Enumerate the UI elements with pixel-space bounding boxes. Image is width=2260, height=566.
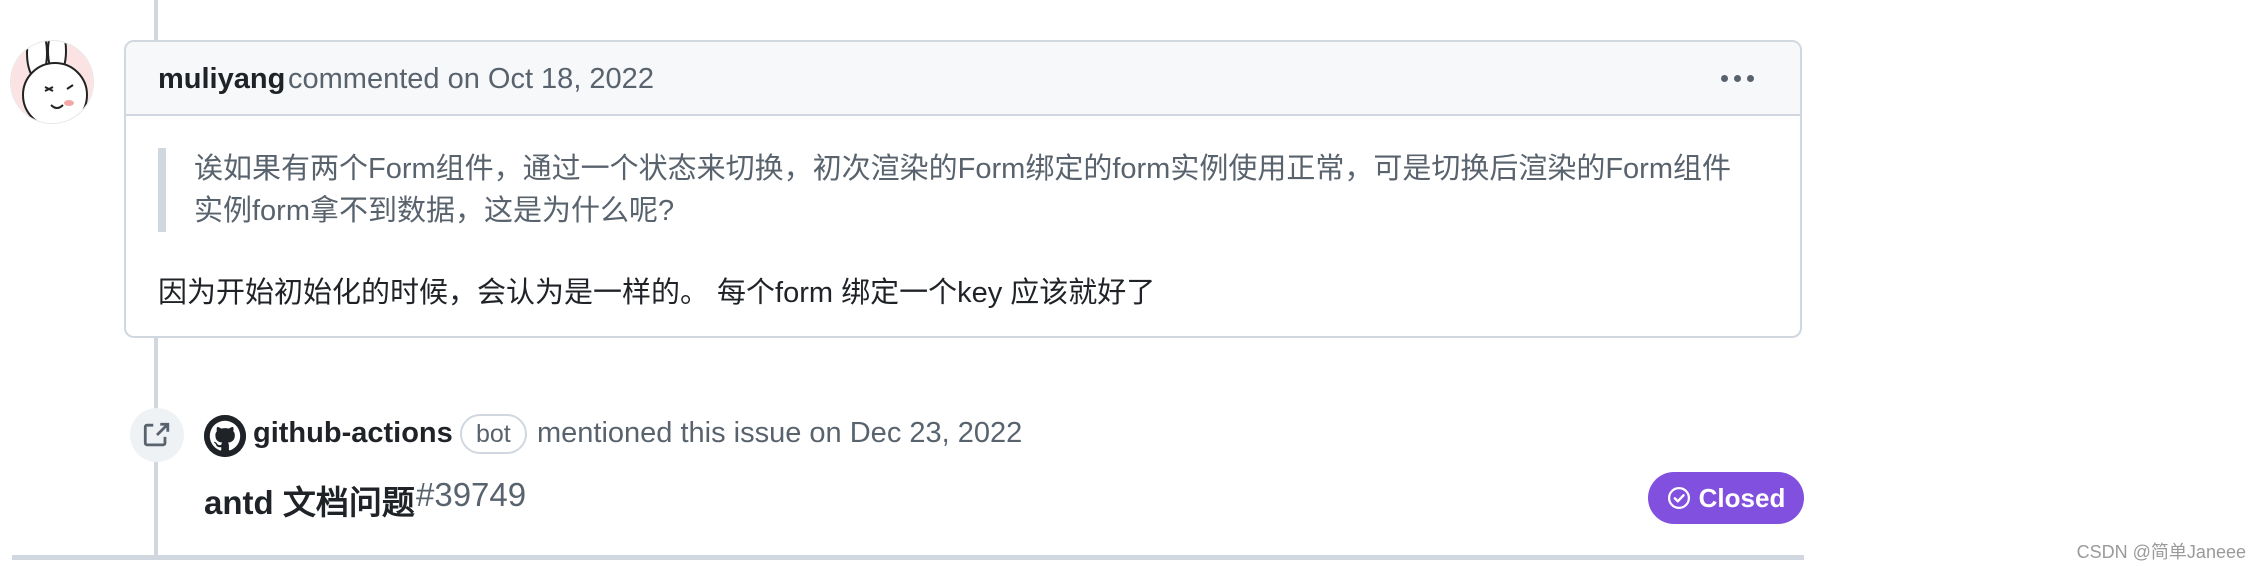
comment-timestamp[interactable]: commented on Oct 18, 2022 [288,63,654,96]
watermark: CSDN @简单Janeee [2076,542,2246,562]
comment-author-link[interactable]: muliyang [158,63,285,96]
comment-body-text: 因为开始初始化的时候，会认为是一样的。 每个form 绑定一个key 应该就好了 [158,277,1156,309]
referenced-issue-number[interactable]: #39749 [416,476,526,514]
check-circle-icon [1667,486,1690,510]
cartoon-rabbit-avatar-icon [11,41,93,123]
cross-reference-icon [130,408,184,462]
referenced-issue-title-link[interactable]: antd 文档问题 [204,476,415,524]
author-avatar[interactable] [10,40,94,124]
comment-blockquote: 诶如果有两个Form组件，通过一个状态来切换，初次渲染的Form绑定的form实… [158,148,1758,232]
timeline-end-divider [12,555,1804,560]
bot-badge: bot [460,414,527,454]
event-actor-link[interactable]: github-actions [253,417,453,450]
issue-status-badge: Closed [1648,472,1804,524]
event-description: mentioned this issue on Dec 23, 2022 [537,417,1023,449]
kebab-horizontal-icon[interactable] [1721,75,1754,82]
issue-status-label: Closed [1698,482,1786,513]
comment-card: muliyang commented on Oct 18, 2022 诶如果有两… [124,40,1802,338]
comment-header: muliyang commented on Oct 18, 2022 [126,42,1800,116]
github-logo-icon[interactable] [204,415,246,457]
